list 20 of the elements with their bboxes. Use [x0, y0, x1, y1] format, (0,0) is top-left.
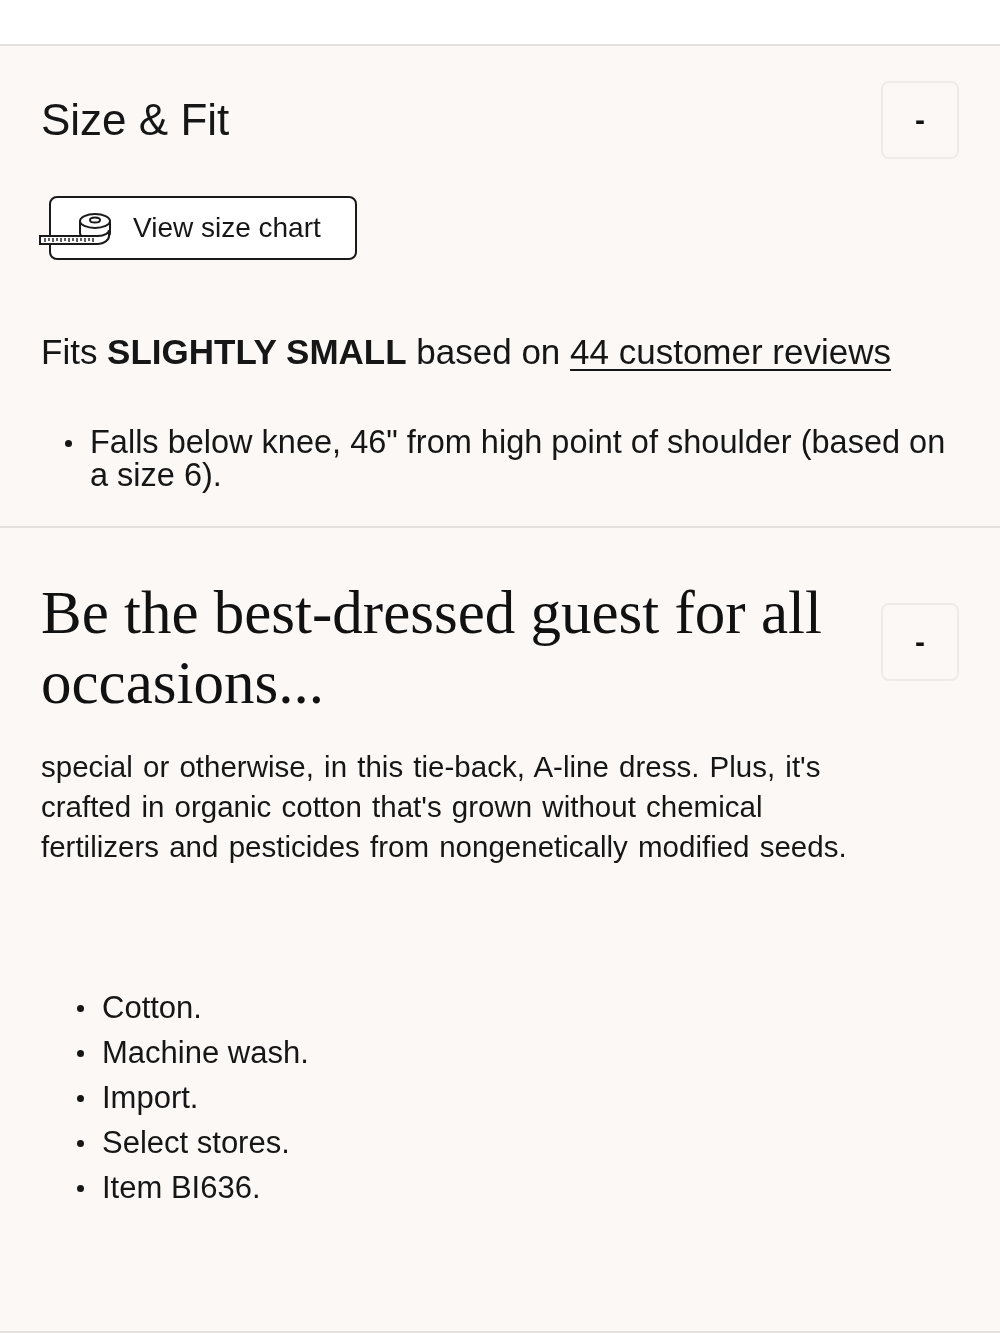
- description-text: special or otherwise, in this tie-back, A-line dress. Plus, it's crafted in organic cotton that's grown without chemical fertilizers and pesticides from nongenetically modified seeds.: [41, 749, 848, 865]
- fit-summary-text: Fits SLIGHTLY SMALL based on 44 customer reviews: [41, 332, 892, 372]
- bullet-icon: [77, 1140, 84, 1147]
- fit-note-text: Falls below knee, 46" from high point of shoulder (based on a size 6).: [90, 426, 947, 492]
- bullet-icon: [77, 1050, 84, 1057]
- customer-reviews-link[interactable]: 44 customer reviews: [570, 332, 891, 371]
- view-size-chart-button[interactable]: View size chart: [39, 196, 357, 260]
- detail-item-text: Import.: [102, 1079, 199, 1117]
- detail-item-text: Select stores.: [102, 1124, 290, 1162]
- section-heading: Size & Fit: [41, 95, 230, 145]
- section-heading: Be the best-dressed guest for all occasions...: [41, 578, 823, 718]
- detail-item-text: Machine wash.: [102, 1034, 309, 1072]
- bullet-icon: [77, 1185, 84, 1192]
- collapse-toggle-button[interactable]: -: [881, 603, 959, 681]
- bullet-icon: [77, 1005, 84, 1012]
- collapse-toggle-button[interactable]: -: [881, 81, 959, 159]
- bullet-icon: [77, 1095, 84, 1102]
- detail-item-text: Item BI636.: [102, 1169, 261, 1207]
- bullet-icon: [65, 440, 72, 447]
- detail-item-text: Cotton.: [102, 989, 202, 1027]
